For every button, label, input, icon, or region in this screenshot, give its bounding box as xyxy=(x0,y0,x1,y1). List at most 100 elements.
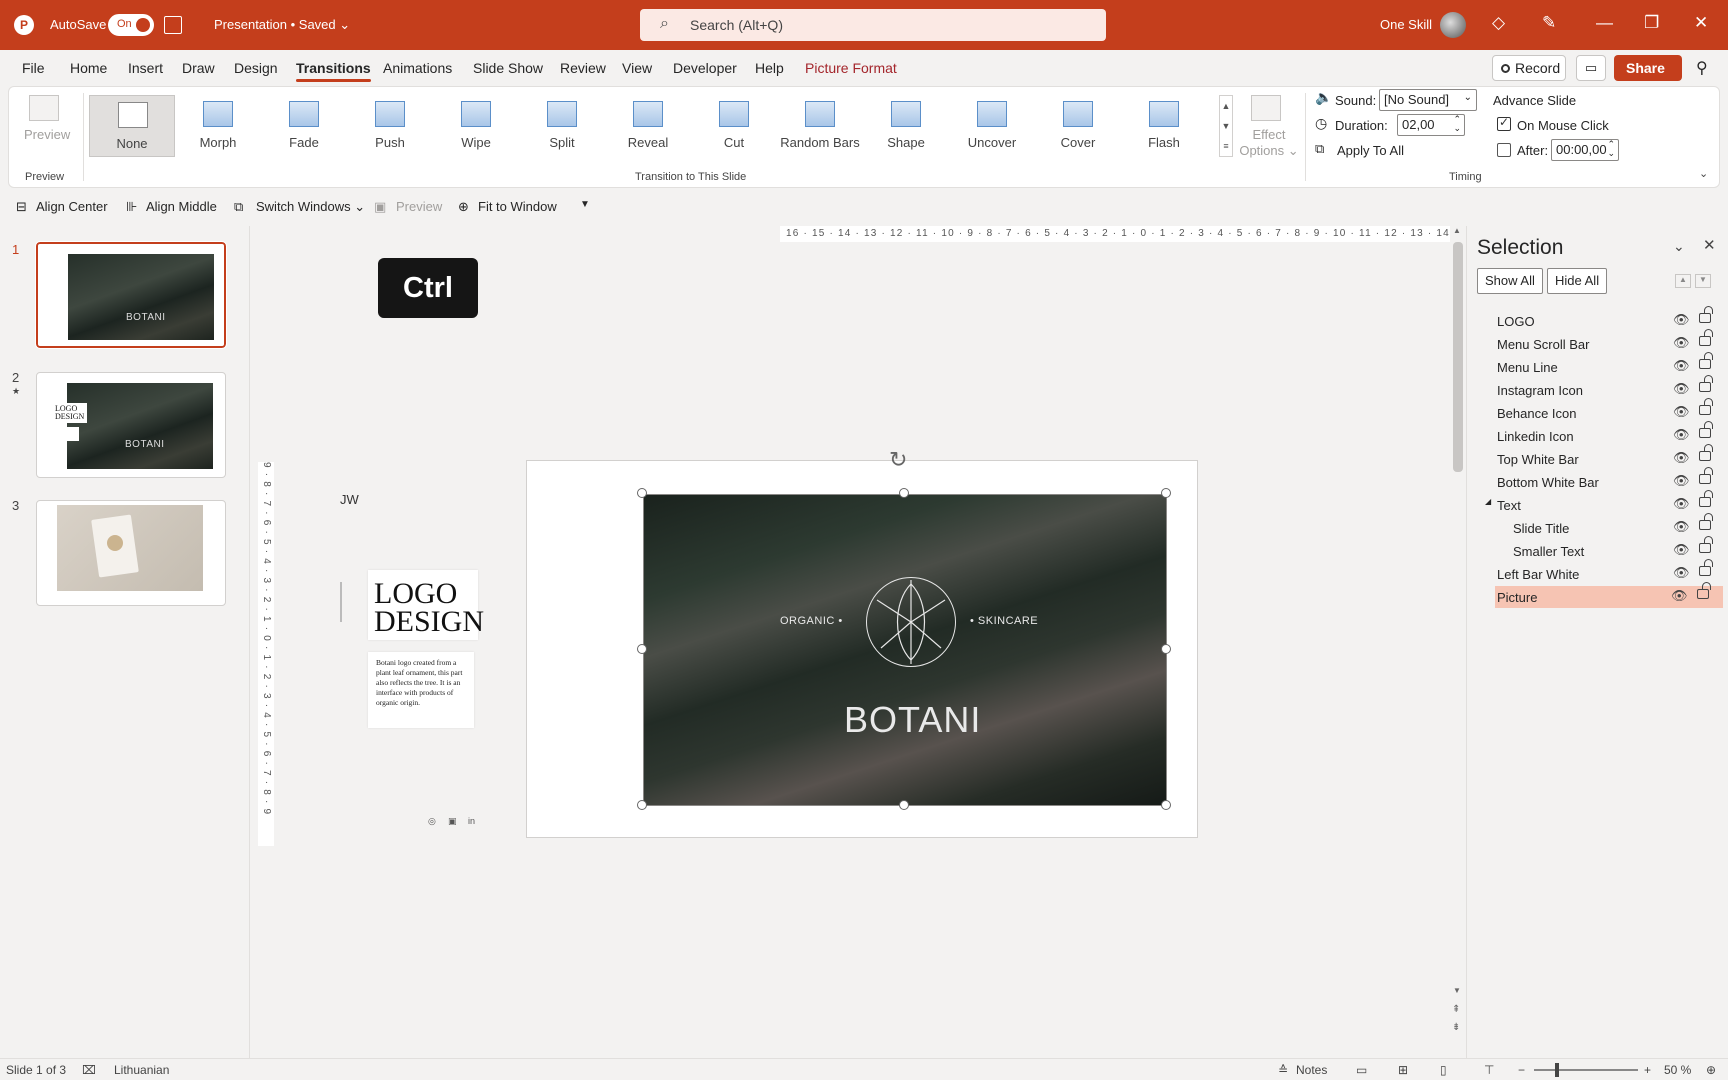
selection-item[interactable]: Smaller Text 👁 xyxy=(1497,536,1725,562)
selection-item[interactable]: Behance Icon 👁 xyxy=(1497,398,1725,424)
eye-icon[interactable]: 👁 xyxy=(1673,335,1690,351)
align-middle-button[interactable]: Align Middle xyxy=(146,199,217,214)
menu-home[interactable]: Home xyxy=(70,60,107,76)
language[interactable]: Lithuanian xyxy=(114,1063,169,1077)
hide-all-button[interactable]: Hide All xyxy=(1547,268,1608,294)
lock-icon[interactable] xyxy=(1699,513,1713,530)
selection-item[interactable]: Linkedin Icon 👁 xyxy=(1497,421,1725,447)
bring-forward-icon[interactable]: ▲ xyxy=(1675,274,1691,288)
close-pane-icon[interactable]: ✕ xyxy=(1703,236,1716,254)
selection-item[interactable]: Top White Bar 👁 xyxy=(1497,444,1725,470)
rotate-handle-icon[interactable]: ↻ xyxy=(889,447,907,473)
gallery-scroll[interactable]: ▲ ▼ ≡ xyxy=(1219,95,1233,157)
on-mouse-click-checkbox[interactable] xyxy=(1497,115,1511,131)
zoom-slider-knob[interactable] xyxy=(1555,1063,1559,1077)
lock-icon[interactable] xyxy=(1699,375,1713,392)
slideshow-icon[interactable]: ⊤ xyxy=(1484,1063,1494,1077)
eye-icon[interactable]: 👁 xyxy=(1673,427,1690,443)
preview-button[interactable]: Preview xyxy=(24,127,70,142)
linkedin-icon[interactable]: in xyxy=(468,816,475,826)
selection-item[interactable]: LOGO 👁 xyxy=(1497,306,1725,332)
quick-preview-button[interactable]: Preview xyxy=(396,199,442,214)
switch-windows-button[interactable]: Switch Windows ⌄ xyxy=(256,199,365,215)
selection-group[interactable]: ◢ Text 👁 xyxy=(1485,490,1725,516)
share-button[interactable]: Share xyxy=(1614,55,1682,81)
slide-thumbnail-3[interactable] xyxy=(36,500,226,606)
eye-icon[interactable]: 👁 xyxy=(1673,473,1690,489)
apply-to-all-button[interactable]: Apply To All xyxy=(1337,143,1404,158)
eye-icon[interactable]: 👁 xyxy=(1671,588,1688,604)
search-box[interactable]: ⌕ Search (Alt+Q) xyxy=(640,9,1106,41)
spinner-icon[interactable]: ⌃ ⌄ xyxy=(1453,115,1461,133)
chevron-down-icon[interactable]: ⌄ xyxy=(1673,238,1685,255)
expand-gallery-icon[interactable]: ≡ xyxy=(1220,136,1232,156)
diamond-icon[interactable]: ◇ xyxy=(1492,13,1505,33)
lock-icon[interactable] xyxy=(1699,398,1713,415)
effect-options-button[interactable]: Effect Options ⌄ xyxy=(1237,127,1301,159)
scroll-down-icon[interactable]: ▼ xyxy=(1453,986,1461,995)
instagram-icon[interactable]: ◎ xyxy=(428,816,436,827)
fit-slide-icon[interactable]: ⊕ xyxy=(1706,1063,1716,1077)
collapse-group-icon[interactable]: ◢ xyxy=(1485,497,1491,506)
save-icon[interactable] xyxy=(164,16,182,34)
menu-animations[interactable]: Animations xyxy=(383,60,452,76)
menu-view[interactable]: View xyxy=(622,60,652,76)
notes-button[interactable]: Notes xyxy=(1296,1063,1327,1077)
sound-select[interactable]: [No Sound] ⌄ xyxy=(1379,89,1477,111)
lock-icon[interactable] xyxy=(1699,352,1713,369)
selection-item[interactable]: Menu Line 👁 xyxy=(1497,352,1725,378)
transition-wipe[interactable]: Wipe xyxy=(433,95,519,157)
selection-item[interactable]: Slide Title 👁 xyxy=(1497,513,1725,539)
eye-icon[interactable]: 👁 xyxy=(1673,542,1690,558)
next-slide-icon[interactable]: ⇟ xyxy=(1452,1022,1460,1033)
transition-cover[interactable]: Cover xyxy=(1035,95,1121,157)
menu-draw[interactable]: Draw xyxy=(182,60,215,76)
document-title[interactable]: Presentation • Saved ⌄ xyxy=(214,17,350,33)
close-icon[interactable]: ✕ xyxy=(1694,13,1708,33)
resize-handle[interactable] xyxy=(637,800,647,810)
transition-split[interactable]: Split xyxy=(519,95,605,157)
resize-handle[interactable] xyxy=(899,800,909,810)
menu-file[interactable]: File xyxy=(22,60,45,76)
resize-handle[interactable] xyxy=(1161,800,1171,810)
menu-help[interactable]: Help xyxy=(755,60,784,76)
slide[interactable]: ORGANIC • • SKINCARE BOTANI ↻ xyxy=(526,447,1198,838)
pen-icon[interactable]: ✎ xyxy=(1542,13,1556,33)
lock-icon[interactable] xyxy=(1699,306,1713,323)
previous-slide-icon[interactable]: ⇞ xyxy=(1452,1004,1460,1015)
resize-handle[interactable] xyxy=(1161,488,1171,498)
transition-push[interactable]: Push xyxy=(347,95,433,157)
eye-icon[interactable]: 👁 xyxy=(1673,450,1690,466)
collapse-ribbon-icon[interactable]: ⌄ xyxy=(1699,167,1708,180)
transition-random-bars[interactable]: Random Bars xyxy=(777,95,863,157)
lock-icon[interactable] xyxy=(1699,444,1713,461)
zoom-level[interactable]: 50 % xyxy=(1664,1063,1691,1077)
restore-icon[interactable]: ❐ xyxy=(1644,13,1659,33)
lock-icon[interactable] xyxy=(1699,490,1713,507)
menu-developer[interactable]: Developer xyxy=(673,60,737,76)
spinner-icon[interactable]: ⌃ ⌄ xyxy=(1607,140,1615,158)
chevron-down-icon[interactable]: ▼ xyxy=(1220,116,1232,136)
avatar[interactable] xyxy=(1440,12,1466,38)
eye-icon[interactable]: 👁 xyxy=(1673,519,1690,535)
autosave-toggle[interactable]: On xyxy=(108,14,154,36)
eye-icon[interactable]: 👁 xyxy=(1673,381,1690,397)
menu-slide-show[interactable]: Slide Show xyxy=(473,60,543,76)
user-name[interactable]: One Skill xyxy=(1380,17,1432,32)
selection-item-selected[interactable]: Picture 👁 xyxy=(1495,582,1723,608)
align-center-button[interactable]: Align Center xyxy=(36,199,108,214)
transition-flash[interactable]: Flash xyxy=(1121,95,1207,157)
chevron-up-icon[interactable]: ▲ xyxy=(1220,96,1232,116)
menu-design[interactable]: Design xyxy=(234,60,278,76)
scrollbar-thumb[interactable] xyxy=(1453,242,1463,472)
lock-icon[interactable] xyxy=(1697,582,1711,599)
lock-icon[interactable] xyxy=(1699,559,1713,576)
zoom-slider[interactable] xyxy=(1534,1069,1638,1071)
send-backward-icon[interactable]: ▼ xyxy=(1695,274,1711,288)
duration-input[interactable]: 02,00 ⌃ ⌄ xyxy=(1397,114,1465,136)
reading-view-icon[interactable]: ▯ xyxy=(1440,1063,1447,1077)
transition-morph[interactable]: Morph xyxy=(175,95,261,157)
slide-thumbnail-2[interactable]: BOTANI LOGO DESIGN xyxy=(36,372,226,478)
transition-fade[interactable]: Fade xyxy=(261,95,347,157)
menu-insert[interactable]: Insert xyxy=(128,60,163,76)
